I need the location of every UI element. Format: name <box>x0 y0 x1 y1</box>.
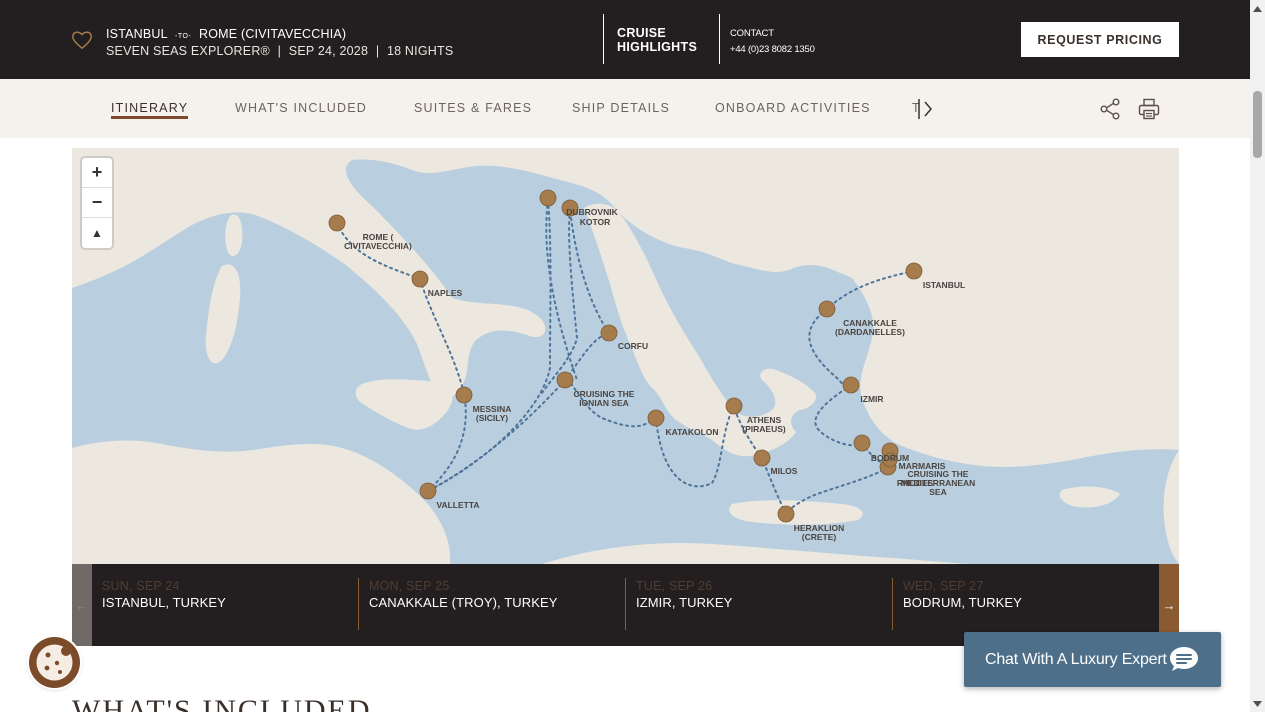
port-label: KATAKOLON <box>665 427 718 437</box>
day-port: IZMIR, TURKEY <box>636 595 733 610</box>
day-date: TUE, SEP 26 <box>636 579 713 593</box>
tab-suites-fares[interactable]: SUITES & FARES <box>414 101 532 115</box>
day-date: WED, SEP 27 <box>903 579 984 593</box>
day-date: MON, SEP 25 <box>369 579 450 593</box>
port-label: (DARDANELLES) <box>835 327 905 337</box>
port-marker-ionian-sea <box>556 371 574 389</box>
scroll-up-arrow-icon[interactable] <box>1250 0 1265 17</box>
header-divider <box>603 14 604 64</box>
ship-name: SEVEN SEAS EXPLORER® <box>106 44 270 58</box>
tab-onboard-activities[interactable]: ONBOARD ACTIVITIES <box>715 101 871 115</box>
port-label: DUBROVNIK <box>566 207 618 217</box>
day-date: SUN, SEP 24 <box>102 579 180 593</box>
port-label: NAPLES <box>428 288 463 298</box>
port-marker-valletta <box>419 482 437 500</box>
nights: 18 NIGHTS <box>386 44 454 58</box>
port-marker-izmir <box>842 376 860 394</box>
port-label: (CRETE) <box>802 532 837 542</box>
chat-label: Chat With A Luxury Expert <box>985 650 1167 668</box>
page: ISTANBUL -TO- ROME (CIVITAVECCHIA) SEVEN… <box>0 0 1265 712</box>
scroll-down-arrow-icon[interactable] <box>1250 695 1265 712</box>
port-label: IZMIR <box>860 394 883 404</box>
tab-ship-details[interactable]: SHIP DETAILS <box>572 101 670 115</box>
separator: | <box>375 44 380 58</box>
print-icon[interactable] <box>1137 97 1161 121</box>
highlights-line-2: HIGHLIGHTS <box>617 40 698 54</box>
contact-label: CONTACT <box>730 28 774 39</box>
map-zoom-controls: + − ▲ <box>82 158 112 248</box>
header-divider <box>719 14 720 64</box>
port-label: SEA <box>929 487 946 497</box>
page-scrollbar[interactable] <box>1250 0 1265 712</box>
top-header: ISTANBUL -TO- ROME (CIVITAVECCHIA) SEVEN… <box>0 0 1250 79</box>
port-label: (SICILY) <box>476 413 508 423</box>
separator: | <box>277 44 282 58</box>
scrollbar-thumb[interactable] <box>1253 91 1262 158</box>
itinerary-day[interactable]: MON, SEP 25 CANAKKALE (TROY), TURKEY <box>358 578 625 630</box>
tab-itinerary[interactable]: ITINERARY <box>111 101 189 119</box>
sail-date: SEP 24, 2028 <box>288 44 369 58</box>
reset-north-button[interactable]: ▲ <box>82 218 112 248</box>
contact-phone[interactable]: +44 (0)23 8082 1350 <box>730 42 815 58</box>
port-marker-corfu <box>600 324 618 342</box>
origin-port: ISTANBUL <box>106 27 168 41</box>
map-canvas: ROME ( CIVITAVECCHIA) NAPLES DUBROVNIK K… <box>72 148 1179 564</box>
port-label: IONIAN SEA <box>579 398 629 408</box>
zoom-out-button[interactable]: − <box>82 188 112 218</box>
port-label: CIVITAVECCHIA) <box>344 241 412 251</box>
chat-bubble-icon <box>1170 647 1198 671</box>
land-turkey <box>852 255 1179 467</box>
port-label: ISTANBUL <box>923 280 965 290</box>
section-tabs: ITINERARY WHAT'S INCLUDED SUITES & FARES… <box>0 79 1250 138</box>
land-corsica <box>225 214 243 257</box>
port-marker-istanbul <box>905 262 923 280</box>
heart-icon[interactable] <box>71 30 93 50</box>
itinerary-day[interactable]: WED, SEP 27 BODRUM, TURKEY <box>892 578 1159 630</box>
day-port: BODRUM, TURKEY <box>903 595 1022 610</box>
port-label: VALLETTA <box>436 500 479 510</box>
contact-block[interactable]: CONTACT +44 (0)23 8082 1350 <box>730 26 815 58</box>
port-marker-messina <box>455 386 473 404</box>
share-icon[interactable] <box>1098 97 1122 121</box>
zoom-in-button[interactable]: + <box>82 158 112 188</box>
port-marker-katakolon <box>647 409 665 427</box>
tab-whats-included[interactable]: WHAT'S INCLUDED <box>235 101 367 115</box>
port-label: CORFU <box>618 341 648 351</box>
port-label: (PIRAEUS) <box>742 424 786 434</box>
to-separator: -TO- <box>175 33 192 40</box>
section-heading: WHAT'S INCLUDED <box>72 694 372 712</box>
cookie-settings-button[interactable] <box>29 637 80 688</box>
port-marker-dubrovnik <box>539 189 557 207</box>
cruise-highlights-link[interactable]: CRUISE HIGHLIGHTS <box>617 26 697 54</box>
request-pricing-button[interactable]: REQUEST PRICING <box>1021 22 1179 57</box>
tabs-next-arrow-icon[interactable] <box>912 97 936 121</box>
chat-widget-button[interactable]: Chat With A Luxury Expert <box>964 632 1221 687</box>
port-marker-canakkale <box>818 300 836 318</box>
cookie-icon <box>34 642 75 683</box>
port-label: KOTOR <box>580 217 611 227</box>
day-port: CANAKKALE (TROY), TURKEY <box>369 595 558 610</box>
port-marker-rome <box>328 214 346 232</box>
strip-prev-button[interactable]: ← <box>72 564 92 646</box>
itinerary-map[interactable]: ROME ( CIVITAVECCHIA) NAPLES DUBROVNIK K… <box>72 148 1179 564</box>
port-marker-athens <box>725 397 743 415</box>
port-marker-bodrum <box>853 434 871 452</box>
itinerary-day[interactable]: TUE, SEP 26 IZMIR, TURKEY <box>625 578 892 630</box>
destination-port: ROME (CIVITAVECCHIA) <box>198 27 347 41</box>
day-port: ISTANBUL, TURKEY <box>102 595 226 610</box>
highlights-line-1: CRUISE <box>617 26 667 40</box>
port-marker-milos <box>753 449 771 467</box>
port-label: MILOS <box>771 466 798 476</box>
trip-summary: ISTANBUL -TO- ROME (CIVITAVECCHIA) SEVEN… <box>106 27 453 59</box>
port-marker-heraklion <box>777 505 795 523</box>
port-marker-naples <box>411 270 429 288</box>
itinerary-day[interactable]: SUN, SEP 24 ISTANBUL, TURKEY <box>92 578 358 630</box>
